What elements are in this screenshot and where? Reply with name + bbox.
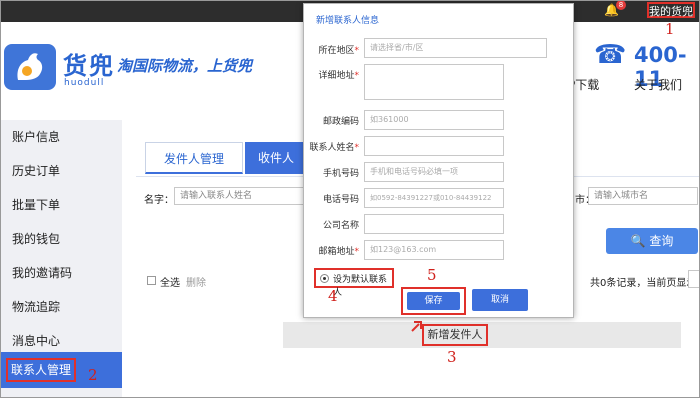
screenshot-frame (0, 0, 700, 398)
